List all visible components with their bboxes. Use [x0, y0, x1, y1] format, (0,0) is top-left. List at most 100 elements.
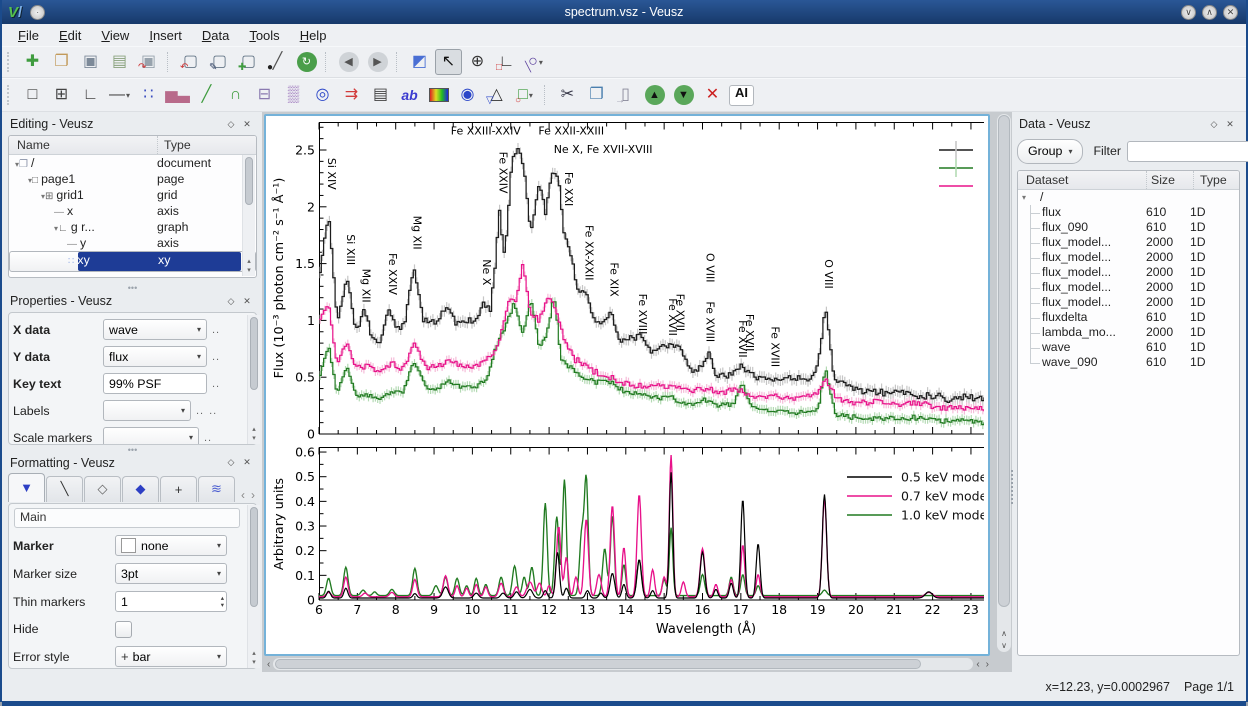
select-region-button[interactable]: ◩ — [406, 49, 433, 75]
rename-widget-button[interactable]: AI — [728, 82, 755, 108]
insert-axis-button[interactable]: —▾ — [106, 82, 133, 108]
tree-col-type[interactable]: Type — [158, 136, 256, 154]
insert-axis-dropdown-icon[interactable]: ▾ — [126, 91, 130, 100]
filter-input[interactable] — [1127, 141, 1248, 162]
insert-graph-button[interactable]: ∟ — [77, 82, 104, 108]
edit-data-button[interactable]: ▢✎ — [206, 49, 233, 75]
insert-shape-button[interactable]: □○▾ — [512, 82, 539, 108]
scroll-right-icon[interactable]: › — [983, 659, 992, 670]
properties-close-icon[interactable]: ✕ — [239, 294, 255, 308]
menu-tools[interactable]: Tools — [239, 28, 289, 43]
formatting-float-icon[interactable]: ◇ — [223, 456, 239, 470]
dataset-root-row[interactable]: ▾/ — [1018, 190, 1239, 205]
minimize-button[interactable]: ∨ — [1181, 5, 1196, 20]
insert-image-button[interactable]: ▒ — [280, 82, 307, 108]
menu-file[interactable]: File — [8, 28, 49, 43]
delete-widget-button[interactable]: ✕ — [699, 82, 726, 108]
size-col[interactable]: Size — [1147, 171, 1194, 189]
xdata-more-button[interactable]: .. — [212, 324, 220, 336]
insert-vectorfield-button[interactable]: ⇉ — [338, 82, 365, 108]
insert-fit-button[interactable]: ╱ — [193, 82, 220, 108]
tab-error-bar[interactable]: + — [160, 476, 197, 502]
insert-page-button[interactable]: □ — [19, 82, 46, 108]
plot-page[interactable]: 00.511.522.500.10.20.30.40.50.6678910111… — [264, 114, 990, 656]
ydata-select[interactable]: flux▾ — [103, 346, 207, 367]
pan-view-button[interactable]: ⊕ — [464, 49, 491, 75]
menu-insert[interactable]: Insert — [139, 28, 192, 43]
tree-row-[interactable]: ▾❐/document — [9, 155, 256, 171]
previous-page-button[interactable]: ◀ — [335, 49, 362, 75]
dataset-row-fluxdelta[interactable]: fluxdelta6101D — [1018, 310, 1239, 325]
xdata-select[interactable]: wave▾ — [103, 319, 207, 340]
insert-polar-button[interactable]: ◉ — [454, 82, 481, 108]
insert-label-button[interactable]: ab — [396, 82, 423, 108]
thinmarkers-spinner[interactable]: 1▴▾ — [115, 591, 227, 612]
dataset-row-fluxmodel[interactable]: flux_model...20001D — [1018, 280, 1239, 295]
labels-select[interactable]: ▾ — [103, 400, 191, 421]
new-document-button[interactable]: ✚ — [19, 49, 46, 75]
tree-row-clipped[interactable]: ∷ — [9, 272, 256, 278]
hide-checkbox[interactable] — [115, 621, 132, 638]
open-document-button[interactable]: ❐ — [48, 49, 75, 75]
dataset-row-wave090[interactable]: wave_0906101D — [1018, 355, 1239, 370]
menu-edit[interactable]: Edit — [49, 28, 91, 43]
dataset-row-fluxmodel[interactable]: flux_model...20001D — [1018, 265, 1239, 280]
formatting-scrollbar[interactable]: ▴▾ — [247, 505, 260, 668]
tree-scrollbar[interactable]: ▴▾ — [242, 155, 255, 276]
properties-scrollbar[interactable]: ▴▾ — [247, 315, 260, 443]
tab-fill-below[interactable]: ≋ — [198, 476, 235, 502]
reload-data-button[interactable]: ↻ — [293, 49, 320, 75]
labels-edit-button[interactable]: .. — [209, 405, 217, 417]
move-up-widget-button[interactable]: ▲ — [641, 82, 668, 108]
export-document-button[interactable]: ▣↷ — [135, 49, 162, 75]
dataset-row-lambdamo[interactable]: lambda_mo...20001D — [1018, 325, 1239, 340]
tree-row-gr[interactable]: ▾∟g r...graph — [9, 219, 256, 235]
tree-row-grid1[interactable]: ▾⊞grid1grid — [9, 187, 256, 203]
tree-row-xy[interactable]: ∷xyxy — [9, 251, 256, 272]
insert-function-button[interactable]: ∩ — [222, 82, 249, 108]
tree-row-x[interactable]: —xaxis — [9, 203, 256, 219]
paste-widget-button[interactable]: ▯→ — [612, 82, 639, 108]
capture-data-button[interactable]: ╱● — [264, 49, 291, 75]
cut-widget-button[interactable]: ✂ — [554, 82, 581, 108]
scroll-left2-icon[interactable]: ‹ — [973, 659, 982, 670]
keytext-more-button[interactable]: .. — [212, 378, 220, 390]
insert-ternary-button[interactable]: △▽ — [483, 82, 510, 108]
titlebar[interactable]: V/ · spectrum.vsz - Veusz ∨∧✕ — [2, 0, 1246, 24]
ydata-more-button[interactable]: .. — [212, 351, 220, 363]
axes-zoom-button[interactable]: ∟□ — [493, 49, 520, 75]
print-document-button[interactable]: ▤ — [106, 49, 133, 75]
dataset-row-fluxmodel[interactable]: flux_model...20001D — [1018, 295, 1239, 310]
dataset-row-flux[interactable]: flux6101D — [1018, 205, 1239, 220]
menu-help[interactable]: Help — [290, 28, 337, 43]
insert-boxplot-button[interactable]: ⊟ — [251, 82, 278, 108]
data-float-icon[interactable]: ◇ — [1206, 117, 1222, 131]
close-button[interactable]: ✕ — [1223, 5, 1238, 20]
dataset-col[interactable]: Dataset — [1018, 171, 1147, 189]
tree-col-name[interactable]: Name — [9, 136, 158, 154]
tab-plot-line[interactable]: ╲ — [46, 476, 83, 502]
plot-vscrollbar[interactable]: ∧∨ — [997, 114, 1011, 652]
import-data-button[interactable]: ▢↶ — [177, 49, 204, 75]
maximize-button[interactable]: ∧ — [1202, 5, 1217, 20]
zoom-options-dropdown-icon[interactable]: ▾ — [539, 58, 543, 67]
tabs-prev-icon[interactable]: ‹ — [241, 488, 245, 502]
markersize-select[interactable]: 3pt▾ — [115, 563, 227, 584]
tab-main[interactable]: ▼ — [8, 473, 45, 502]
errorstyle-select[interactable]: +bar▾ — [115, 646, 227, 667]
insert-shape-dropdown-icon[interactable]: ▾ — [529, 91, 533, 100]
dataset-row-wave[interactable]: wave6101D — [1018, 340, 1239, 355]
type-col[interactable]: Type — [1194, 171, 1239, 189]
insert-key-button[interactable]: ▤ — [367, 82, 394, 108]
tabs-next-icon[interactable]: › — [251, 488, 255, 502]
tree-row-y[interactable]: —yaxis — [9, 235, 256, 251]
group-button[interactable]: Group▾ — [1017, 139, 1083, 164]
insert-grid-button[interactable]: ⊞ — [48, 82, 75, 108]
insert-barchart-button[interactable]: ▅▃ — [164, 82, 191, 108]
formatting-close-icon[interactable]: ✕ — [239, 456, 255, 470]
properties-float-icon[interactable]: ◇ — [223, 294, 239, 308]
scroll-left-icon[interactable]: ‹ — [264, 659, 273, 670]
pointer-select-button[interactable]: ↖ — [435, 49, 462, 75]
marker-select[interactable]: none▾ — [115, 535, 227, 556]
save-document-button[interactable]: ▣ — [77, 49, 104, 75]
